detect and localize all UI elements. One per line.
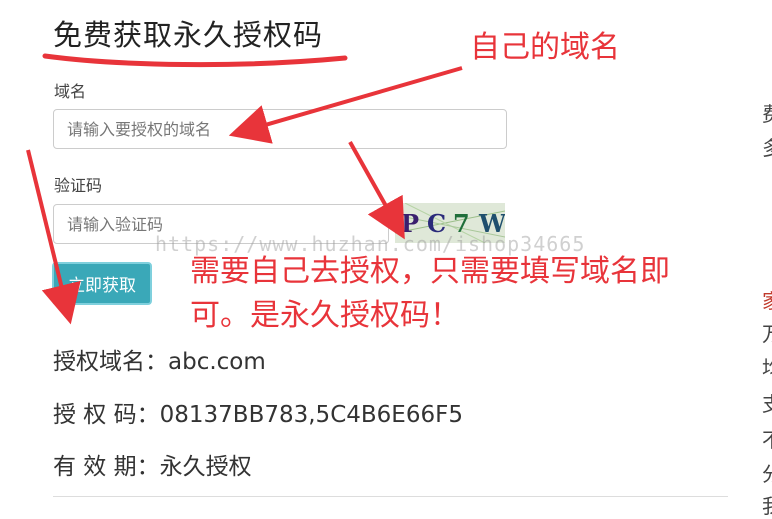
annotation-note-line2: 可。是永久授权码！ bbox=[190, 298, 460, 333]
arrow-to-captcha bbox=[348, 141, 405, 240]
title-underline bbox=[42, 53, 348, 68]
annotation-own-domain: 自己的域名 bbox=[470, 30, 620, 65]
arrow-to-result bbox=[26, 149, 81, 325]
annotation-note-line1: 需要自己去授权，只需要填写域名即 bbox=[190, 254, 670, 289]
arrow-to-domain-input bbox=[228, 66, 463, 144]
